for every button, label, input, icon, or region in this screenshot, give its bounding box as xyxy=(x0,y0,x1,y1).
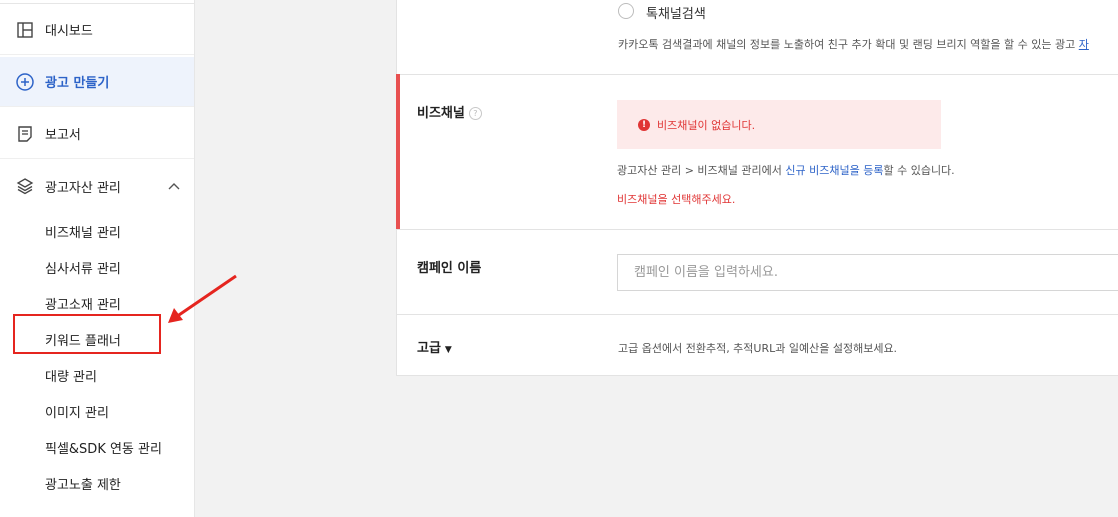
sidebar-item-report[interactable]: 보고서 xyxy=(0,109,194,159)
campaign-name-label: 캠페인 이름 xyxy=(417,261,482,276)
sidebar-item-label: 대시보드 xyxy=(45,24,93,39)
divider xyxy=(0,3,194,4)
campaign-name-input[interactable]: 캠페인 이름을 입력하세요. xyxy=(617,254,1118,291)
advanced-description: 고급 옵션에서 전환추적, 추적URL과 일예산을 설정해보세요. xyxy=(618,342,898,355)
layout-icon xyxy=(16,21,34,39)
sidebar-item-ad-assets[interactable]: 광고자산 관리 xyxy=(0,161,194,211)
document-icon xyxy=(16,125,34,143)
sidebar-item-label: 광고자산 관리 xyxy=(45,180,121,196)
sidebar-item-label: 광고 만들기 xyxy=(45,76,110,91)
channel-search-radio[interactable] xyxy=(618,3,634,19)
caret-down-icon: ▼ xyxy=(444,345,452,355)
help-icon[interactable]: ? xyxy=(468,107,482,120)
sidebar-item-label: 보고서 xyxy=(45,128,81,143)
channel-search-label[interactable]: 톡채널검색 xyxy=(646,3,706,22)
sidebar-item-dashboard[interactable]: 대시보드 xyxy=(0,5,194,55)
channel-search-link[interactable]: 자 xyxy=(1079,38,1089,51)
layers-icon xyxy=(16,177,34,195)
annotation-arrow xyxy=(168,274,237,323)
channel-search-section: 톡채널검색 카카오톡 검색결과에 채널의 정보를 노출하여 친구 추가 확대 및… xyxy=(397,0,1118,75)
biz-channel-section: 비즈채널? ! 비즈채널이 없습니다. 광고자산 관리 > 비즈채널 관리에서 … xyxy=(397,75,1118,230)
no-channel-alert: ! 비즈채널이 없습니다. xyxy=(617,100,941,149)
error-icon: ! xyxy=(638,118,650,131)
sidebar-subitem-images[interactable]: 이미지 관리 xyxy=(45,402,109,421)
sidebar: 대시보드 광고 만들기 보고서 광고자산 관리 비즈채널 관리 심사서류 관리 … xyxy=(0,0,195,517)
advanced-toggle[interactable]: 고급 ▼ xyxy=(417,337,452,356)
sidebar-subitem-pixel-sdk[interactable]: 픽셀&SDK 연동 관리 xyxy=(45,438,162,457)
plus-circle-icon xyxy=(16,72,34,91)
biz-channel-info: 광고자산 관리 > 비즈채널 관리에서 신규 비즈채널을 등록할 수 있습니다. xyxy=(617,164,955,177)
campaign-name-section: 캠페인 이름 캠페인 이름을 입력하세요. xyxy=(397,230,1118,315)
sidebar-subitem-review-docs[interactable]: 심사서류 관리 xyxy=(45,258,121,277)
alert-message: 비즈채널이 없습니다. xyxy=(657,118,756,132)
chevron-up-icon[interactable] xyxy=(168,179,180,194)
campaign-form-card: 톡채널검색 카카오톡 검색결과에 채널의 정보를 노출하여 친구 추가 확대 및… xyxy=(396,0,1118,376)
advanced-section: 고급 ▼ 고급 옵션에서 전환추적, 추적URL과 일예산을 설정해보세요. xyxy=(397,315,1118,376)
sidebar-item-create-ad[interactable]: 광고 만들기 xyxy=(0,57,194,107)
sidebar-subitem-biz-channel[interactable]: 비즈채널 관리 xyxy=(45,222,121,241)
sidebar-subitem-exposure-limit[interactable]: 광고노출 제한 xyxy=(45,474,121,493)
biz-channel-label: 비즈채널? xyxy=(417,102,482,121)
sidebar-subitem-creatives[interactable]: 광고소재 관리 xyxy=(45,294,121,313)
sidebar-subitem-bulk[interactable]: 대량 관리 xyxy=(45,366,97,385)
highlight-box xyxy=(13,314,161,354)
channel-search-description: 카카오톡 검색결과에 채널의 정보를 노출하여 친구 추가 확대 및 랜딩 브리… xyxy=(618,38,1089,51)
register-channel-link[interactable]: 신규 비즈채널을 등록 xyxy=(785,164,883,177)
biz-channel-error: 비즈채널을 선택해주세요. xyxy=(617,193,736,206)
